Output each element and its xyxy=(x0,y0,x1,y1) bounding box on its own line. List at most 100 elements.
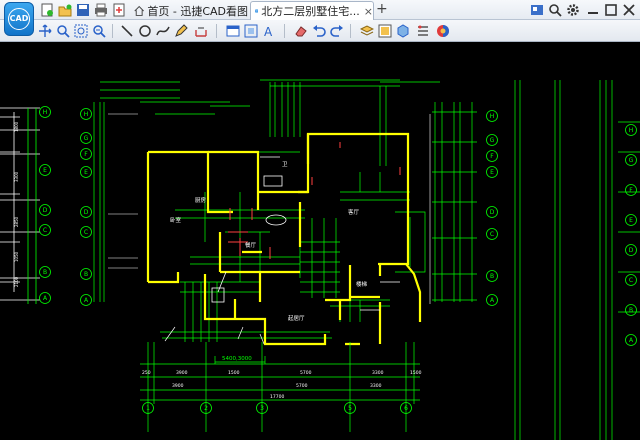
svg-text:F: F xyxy=(490,153,494,160)
3d-box-icon[interactable] xyxy=(396,24,410,38)
left-ruler: H E D C B A 1800 3300 2850 1050 2100 xyxy=(14,106,51,304)
tab-drawing-label: 北方二层别墅住宅... xyxy=(261,5,360,18)
floor-plan[interactable]: 卧室 客厅 餐厅 起居厅 厨房 卫 楼梯 5400,3000 xyxy=(146,132,426,364)
axis-bubble-far-left: A xyxy=(39,292,51,304)
tab-home-label: 首页 - 迅捷CAD看图 xyxy=(147,4,248,18)
skin-icon[interactable] xyxy=(530,3,544,17)
pan-icon[interactable] xyxy=(38,24,52,38)
close-icon[interactable] xyxy=(622,3,636,17)
room-label-living: 客厅 xyxy=(348,208,360,216)
cad-drawing[interactable]: HEDCBA18003300285010502100 HGFEDCBA 卧室 客… xyxy=(0,42,640,440)
svg-text:H: H xyxy=(43,109,48,116)
color-icon[interactable] xyxy=(436,24,450,38)
svg-text:G: G xyxy=(84,135,89,142)
app-logo-text: CAD xyxy=(8,8,30,30)
axis-bubble-far-right: C xyxy=(625,274,637,286)
open-file-icon[interactable] xyxy=(58,3,72,17)
room-labels: 卧室 客厅 餐厅 起居厅 厨房 卫 楼梯 xyxy=(170,161,368,322)
pencil-icon[interactable] xyxy=(174,24,188,38)
svg-text:A: A xyxy=(84,297,89,304)
axis-bubble-far-right: E xyxy=(625,214,637,226)
svg-text:3: 3 xyxy=(260,405,264,412)
svg-text:C: C xyxy=(84,229,88,236)
axis-bubble-far-right: A xyxy=(625,334,637,346)
tab-home[interactable]: 首页 - 迅捷CAD看图 xyxy=(130,1,248,20)
svg-text:D: D xyxy=(629,247,634,254)
svg-text:H: H xyxy=(84,111,89,118)
search-icon[interactable] xyxy=(548,3,562,17)
gear-icon[interactable] xyxy=(566,3,580,17)
svg-text:E: E xyxy=(629,217,633,224)
axis-bubble-far-left: H xyxy=(39,106,51,118)
axis-bubble-far-right: B xyxy=(625,304,637,316)
svg-text:B: B xyxy=(84,271,88,278)
axis-bubble-far-right: H xyxy=(625,124,637,136)
svg-text:5: 5 xyxy=(348,405,352,412)
toolbar-separator xyxy=(284,24,285,38)
svg-text:F: F xyxy=(629,187,633,194)
eraser-icon[interactable] xyxy=(294,24,308,38)
text-measure-icon[interactable] xyxy=(194,24,208,38)
maximize-icon[interactable] xyxy=(604,3,618,17)
tab-close-icon[interactable]: × xyxy=(364,5,373,18)
line-icon[interactable] xyxy=(120,24,134,38)
dim-note: 5400,3000 xyxy=(222,356,252,362)
axis-bubble-left: A xyxy=(80,294,92,306)
dim-text: 1500 xyxy=(228,370,240,376)
ruler-text: 2100 xyxy=(14,276,19,287)
app-logo[interactable]: CAD xyxy=(4,2,34,36)
svg-text:1: 1 xyxy=(146,405,150,412)
leader-lines xyxy=(164,326,265,345)
dim-text: 3900 xyxy=(172,383,184,389)
svg-text:B: B xyxy=(629,307,633,314)
new-file-icon[interactable] xyxy=(40,3,54,17)
title-bar: CAD 首页 - 迅捷CAD看图 CAD 北方二层别墅住宅... × + xyxy=(0,0,640,36)
axis-bubble-far-left: B xyxy=(39,266,51,278)
axis-bubble-right: C xyxy=(486,228,498,240)
room-label-bath: 卫 xyxy=(282,161,288,168)
red-marks xyxy=(228,142,401,259)
export-icon[interactable] xyxy=(112,3,126,17)
svg-text:H: H xyxy=(629,127,634,134)
axis-bubble-right: E xyxy=(486,166,498,178)
ruler-text: 1050 xyxy=(14,251,19,262)
rectangle-icon[interactable] xyxy=(226,24,240,38)
axis-bubble-right: H xyxy=(486,110,498,122)
dim-total: 17700 xyxy=(270,394,284,400)
area-icon[interactable] xyxy=(244,24,258,38)
redo-icon[interactable] xyxy=(330,24,344,38)
circle-icon[interactable] xyxy=(138,24,152,38)
svg-text:C: C xyxy=(490,231,494,238)
svg-text:E: E xyxy=(84,169,88,176)
ruler-text: 1800 xyxy=(14,121,19,132)
top-annotations xyxy=(100,79,440,166)
svg-text:E: E xyxy=(490,169,494,176)
tab-drawing[interactable]: CAD 北方二层别墅住宅... × xyxy=(250,1,374,20)
toolbar: A xyxy=(0,20,640,42)
layout-icon[interactable] xyxy=(378,24,392,38)
toolbar-separator xyxy=(216,24,217,38)
dim-text: 5700 xyxy=(296,383,308,389)
svg-text:G: G xyxy=(490,137,495,144)
print-icon[interactable] xyxy=(94,3,108,17)
undo-icon[interactable] xyxy=(312,24,326,38)
layers-icon[interactable] xyxy=(360,24,374,38)
zoom-realtime-icon[interactable] xyxy=(92,24,106,38)
axis-bubble-right: B xyxy=(486,270,498,282)
text-icon[interactable]: A xyxy=(262,24,276,38)
zoom-extents-icon[interactable] xyxy=(74,24,88,38)
polyline-icon[interactable] xyxy=(156,24,170,38)
properties-icon[interactable] xyxy=(416,24,430,38)
minimize-icon[interactable] xyxy=(586,3,600,17)
axis-bubbles-right: H G F E D C B A H G F E D C B A xyxy=(486,110,637,346)
axis-bubble-far-left: C xyxy=(39,224,51,236)
axis-bubble-right: A xyxy=(486,294,498,306)
toolbar-separator xyxy=(350,24,351,38)
svg-text:D: D xyxy=(84,209,89,216)
svg-text:E: E xyxy=(43,167,47,174)
drawing-canvas[interactable]: H E D C B A 1800 3300 2850 1050 2100 H G F E D C B A xyxy=(0,42,640,440)
new-tab-button[interactable]: + xyxy=(376,1,388,17)
svg-text:H: H xyxy=(490,113,495,120)
save-icon[interactable] xyxy=(76,3,90,17)
zoom-window-icon[interactable] xyxy=(56,24,70,38)
